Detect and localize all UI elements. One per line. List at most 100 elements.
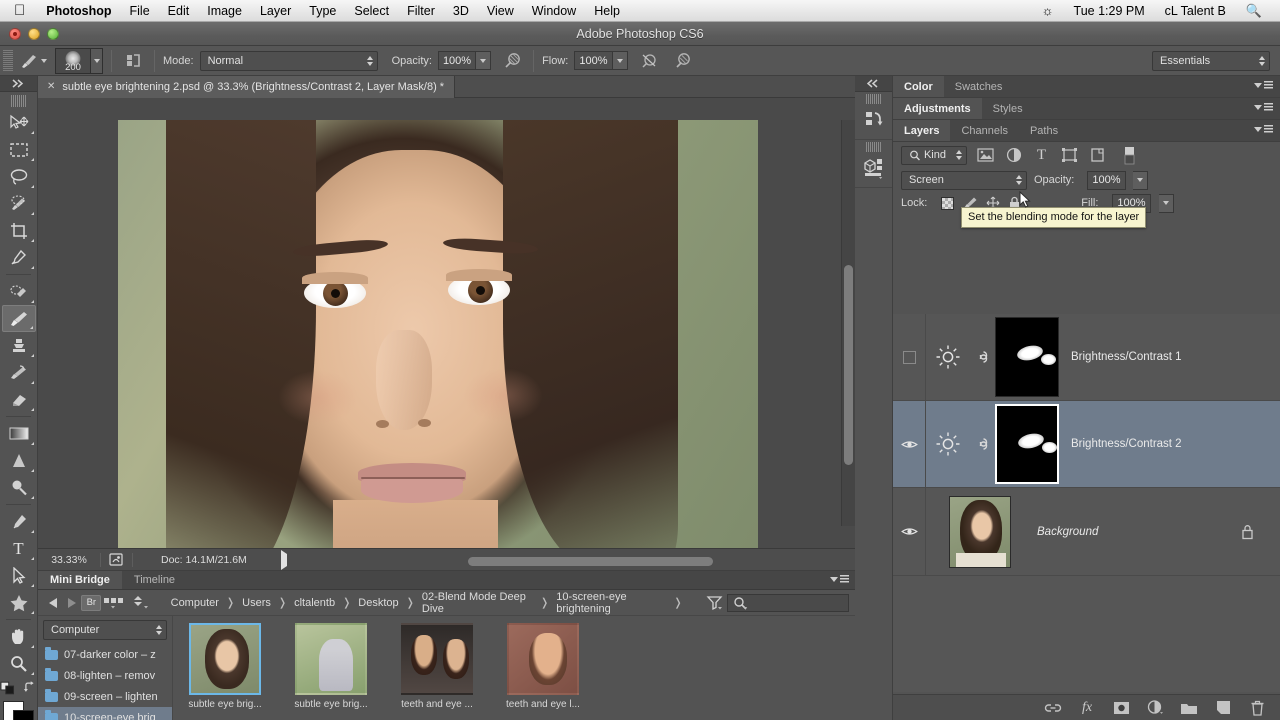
layer-thumbnail[interactable]	[949, 495, 1011, 568]
menu-file[interactable]: File	[121, 0, 159, 22]
menu-image[interactable]: Image	[198, 0, 251, 22]
layer-opacity-input[interactable]: 100%	[1087, 170, 1126, 190]
canvas-area[interactable]	[38, 98, 855, 548]
new-group-button[interactable]	[1180, 699, 1198, 717]
tab-channels[interactable]: Channels	[950, 120, 1018, 141]
zoom-level[interactable]: 33.33%	[38, 554, 100, 566]
close-tab-icon[interactable]: ✕	[47, 81, 55, 92]
filter-smart-objects-icon[interactable]	[1088, 146, 1107, 165]
rectangular-marquee-tool[interactable]	[2, 136, 36, 163]
search-input[interactable]	[726, 593, 849, 612]
layer-mask-thumbnail[interactable]	[995, 317, 1059, 397]
view-mode-icon[interactable]	[101, 593, 129, 613]
filter-pixel-layers-icon[interactable]	[976, 146, 995, 165]
new-layer-button[interactable]	[1214, 699, 1232, 717]
table-row[interactable]: Brightness/Contrast 2	[893, 401, 1280, 488]
breadcrumb-blend-mode-deep-dive[interactable]: 02-Blend Mode Deep Dive	[415, 591, 540, 615]
panel-menu-icon[interactable]	[830, 575, 849, 583]
layer-visibility-toggle[interactable]	[893, 439, 925, 450]
canvas-horizontal-scrollbar-thumb[interactable]	[468, 557, 713, 566]
horizontal-type-tool[interactable]: T	[2, 535, 36, 562]
3d-panel-icon[interactable]	[857, 153, 891, 183]
sort-icon[interactable]	[129, 593, 153, 613]
default-colors-icon[interactable]	[0, 681, 15, 695]
blend-mode-select[interactable]: Normal	[199, 50, 378, 71]
menu-window[interactable]: Window	[523, 0, 585, 22]
menu-view[interactable]: View	[478, 0, 523, 22]
layer-filter-kind-select[interactable]: Kind	[901, 145, 967, 165]
content-thumbnail[interactable]: subtle eye brig...	[183, 623, 267, 720]
table-row[interactable]: Background	[893, 488, 1280, 576]
blur-tool[interactable]	[2, 447, 36, 474]
apple-icon[interactable]: 	[0, 3, 37, 18]
menu-select[interactable]: Select	[345, 0, 398, 22]
folder-item[interactable]: 07-darker color – z	[38, 644, 172, 665]
move-tool[interactable]	[2, 109, 36, 136]
delete-layer-button[interactable]	[1248, 699, 1266, 717]
table-row[interactable]: Brightness/Contrast 1	[893, 314, 1280, 401]
tab-timeline[interactable]: Timeline	[122, 571, 187, 589]
quick-selection-tool[interactable]	[2, 190, 36, 217]
tab-styles[interactable]: Styles	[982, 98, 1034, 119]
swap-colors-icon[interactable]	[23, 681, 37, 695]
tab-color[interactable]: Color	[893, 76, 944, 97]
tablet-pressure-opacity-icon[interactable]	[636, 49, 662, 73]
airbrush-icon[interactable]	[499, 49, 525, 73]
canvas-image[interactable]	[118, 120, 758, 548]
tab-adjustments[interactable]: Adjustments	[893, 98, 982, 119]
layer-style-button[interactable]: fx	[1078, 699, 1096, 717]
canvas-vertical-scrollbar[interactable]	[841, 120, 855, 526]
menu-layer[interactable]: Layer	[251, 0, 300, 22]
panel-menu-icon[interactable]	[1254, 103, 1273, 111]
panel-grip[interactable]	[865, 142, 882, 152]
menu-photoshop[interactable]: Photoshop	[37, 0, 120, 22]
panel-menu-icon[interactable]	[1254, 81, 1273, 89]
spot-healing-brush-tool[interactable]	[2, 278, 36, 305]
workspace-select[interactable]: Essentials	[1152, 50, 1270, 71]
content-thumbnail[interactable]: teeth and eye ...	[395, 623, 479, 720]
filter-enable-toggle-icon[interactable]	[1120, 146, 1139, 165]
layer-name[interactable]: Background	[1037, 526, 1098, 538]
breadcrumb-users[interactable]: Users	[235, 597, 278, 609]
lasso-tool[interactable]	[2, 163, 36, 190]
brush-preset-icon[interactable]	[17, 50, 41, 72]
link-layers-button[interactable]	[1044, 699, 1062, 717]
tab-layers[interactable]: Layers	[893, 120, 951, 141]
menubar-user[interactable]: cL Talent B	[1155, 0, 1236, 22]
dodge-tool[interactable]	[2, 474, 36, 501]
options-bar-grip[interactable]	[3, 49, 13, 72]
breadcrumb-cltalentb[interactable]: cltalentb	[287, 597, 342, 609]
brightness-contrast-adjustment-icon[interactable]	[925, 344, 971, 370]
link-mask-icon[interactable]	[971, 348, 995, 366]
crop-tool[interactable]	[2, 217, 36, 244]
new-fill-adjustment-button[interactable]	[1146, 699, 1164, 717]
status-popup-arrow-icon[interactable]	[255, 549, 295, 570]
menu-help[interactable]: Help	[585, 0, 629, 22]
breadcrumb-desktop[interactable]: Desktop	[351, 597, 405, 609]
zoom-tool[interactable]	[2, 650, 36, 677]
fill-chevron-down-icon[interactable]	[1158, 193, 1174, 213]
opacity-input[interactable]: 100%	[437, 51, 477, 70]
tab-mini-bridge[interactable]: Mini Bridge	[38, 571, 122, 589]
layer-opacity-chevron-down-icon[interactable]	[1132, 170, 1148, 190]
link-mask-icon[interactable]	[971, 435, 995, 453]
forward-arrow-icon[interactable]	[63, 593, 82, 613]
eyedropper-tool[interactable]	[2, 244, 36, 271]
menu-type[interactable]: Type	[300, 0, 345, 22]
layer-mask-thumbnail-active[interactable]	[995, 404, 1059, 484]
content-thumbnail[interactable]: subtle eye brig...	[289, 623, 373, 720]
tools-panel-grip[interactable]	[10, 95, 27, 107]
folder-item[interactable]: 09-screen – lighten	[38, 686, 172, 707]
gradient-tool[interactable]	[2, 420, 36, 447]
hand-tool[interactable]	[2, 623, 36, 650]
tab-paths[interactable]: Paths	[1019, 120, 1069, 141]
filter-icon[interactable]	[703, 593, 727, 613]
menu-3d[interactable]: 3D	[444, 0, 478, 22]
brush-picker-chevron-down-icon[interactable]	[91, 47, 103, 74]
layer-name[interactable]: Brightness/Contrast 1	[1071, 351, 1182, 363]
layer-blend-mode-select[interactable]: Screen	[901, 170, 1027, 190]
collapse-to-icons-icon[interactable]	[855, 76, 892, 92]
spotlight-search-icon[interactable]: 🔍	[1236, 0, 1272, 22]
flow-chevron-down-icon[interactable]	[612, 51, 628, 70]
layer-name[interactable]: Brightness/Contrast 2	[1071, 438, 1182, 450]
